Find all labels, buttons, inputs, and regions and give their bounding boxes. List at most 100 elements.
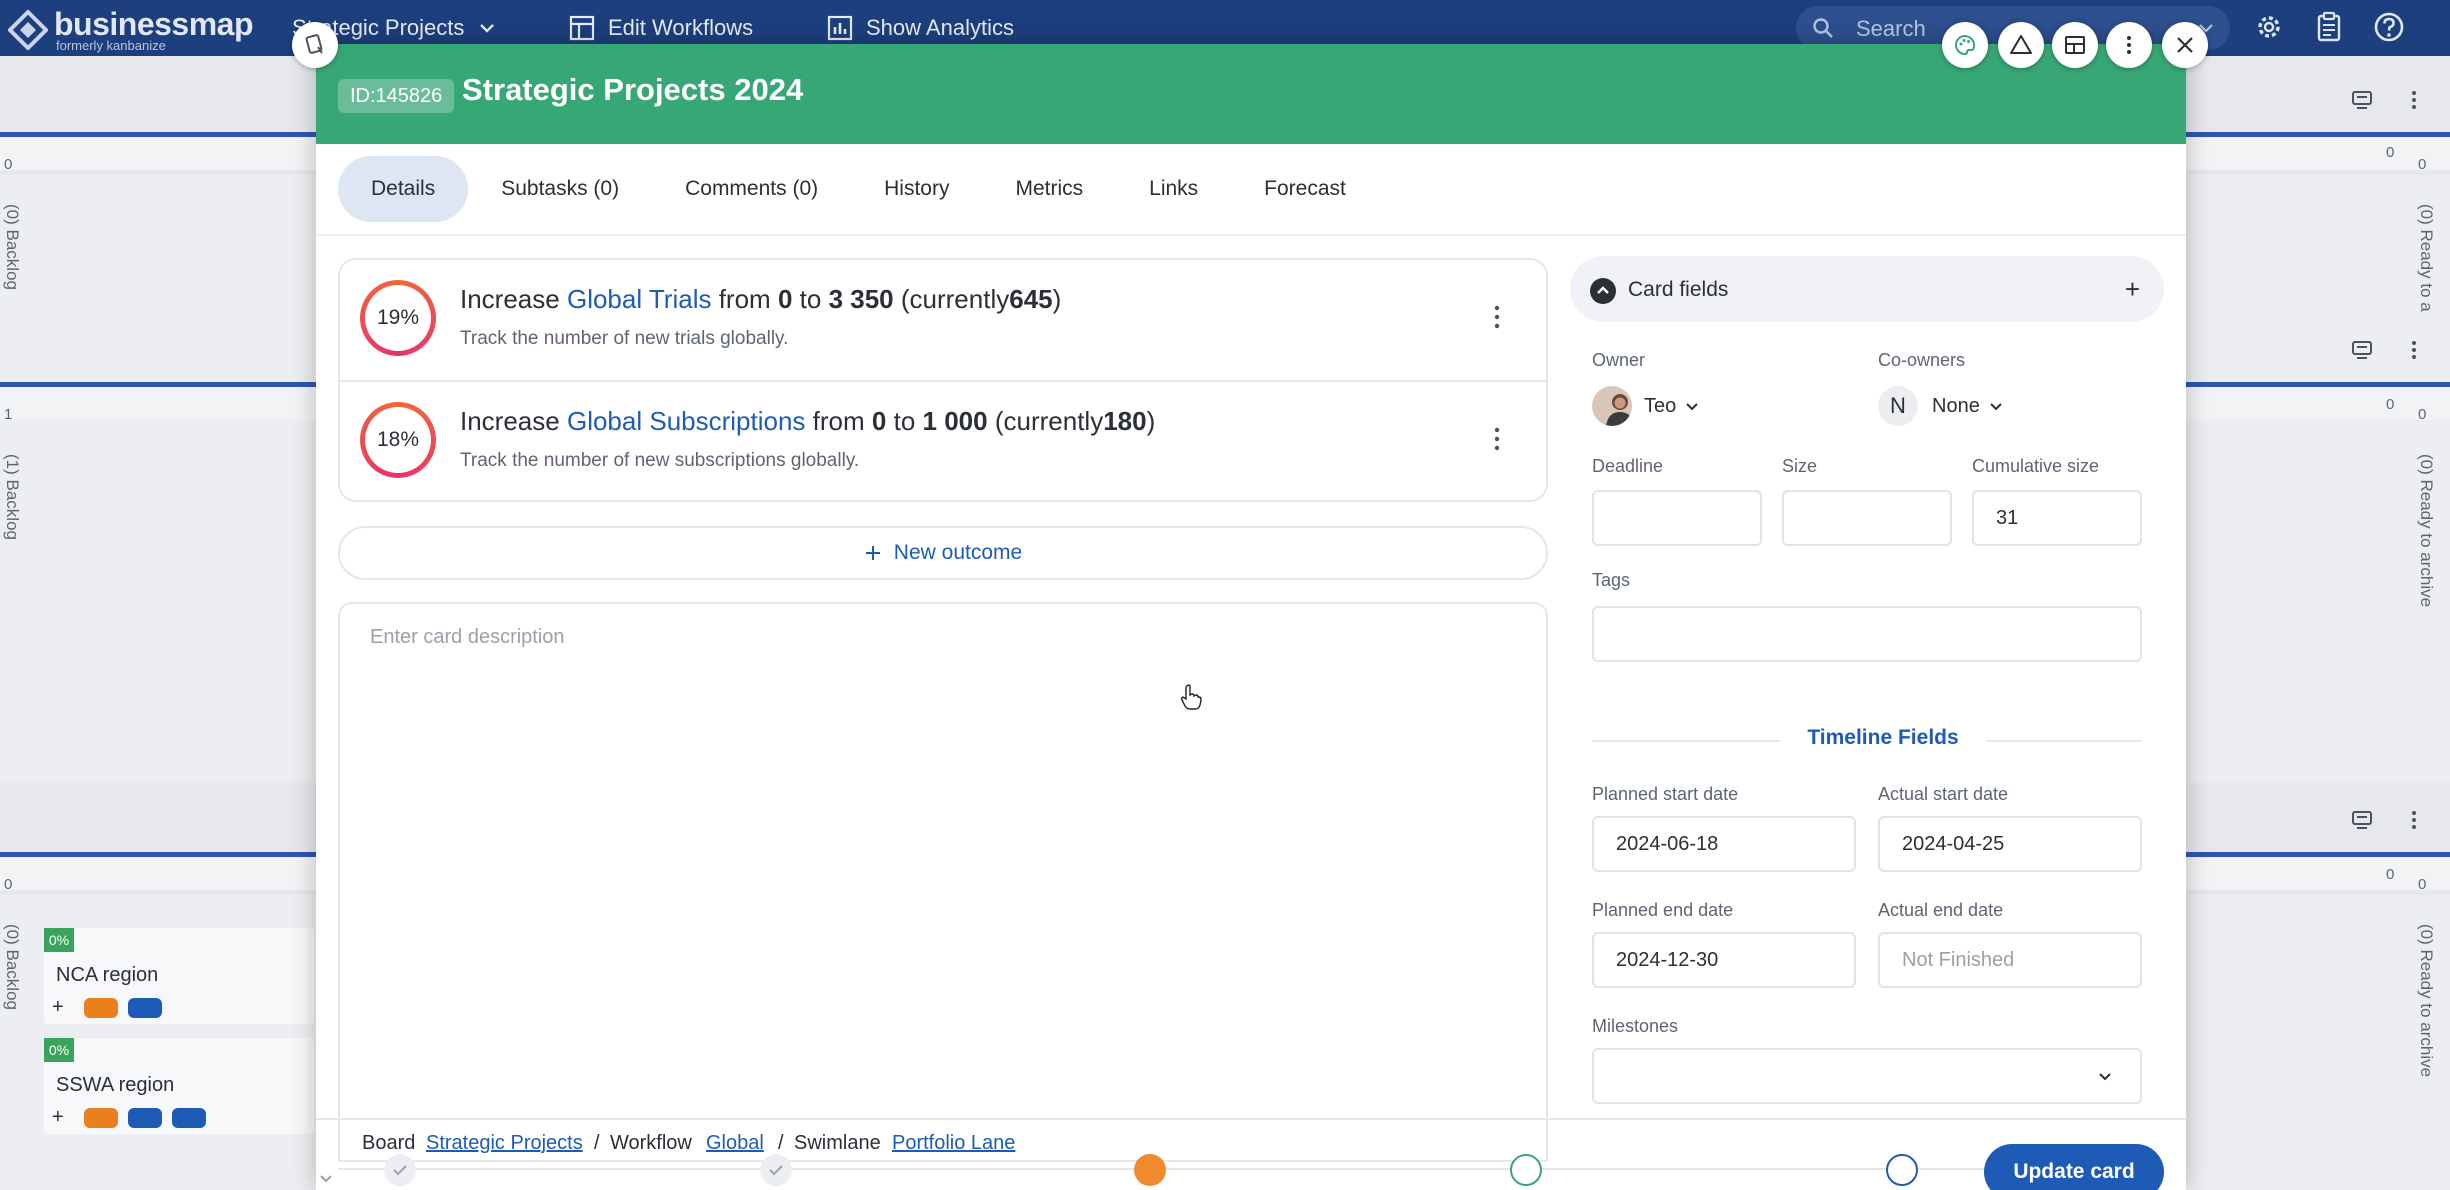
- outcome-metric-link[interactable]: Global Trials: [567, 284, 712, 314]
- collapse-chevron-icon[interactable]: [1590, 278, 1616, 304]
- workflow-step-done[interactable]: [384, 1154, 416, 1186]
- card-type-button[interactable]: [292, 22, 338, 68]
- add-subtask-button[interactable]: +: [52, 1106, 64, 1129]
- kebab-menu-icon[interactable]: [2402, 338, 2426, 362]
- nav-show-analytics-label: Show Analytics: [866, 15, 1014, 40]
- outcome-from-value: 0: [871, 406, 887, 436]
- coowners-selector[interactable]: N None: [1878, 386, 2004, 426]
- card-title[interactable]: Strategic Projects 2024: [462, 72, 803, 108]
- card-tabs: Details Subtasks (0) Comments (0) Histor…: [338, 156, 1379, 224]
- cumulative-size-label: Cumulative size: [1972, 456, 2100, 476]
- gear-icon[interactable]: [2252, 10, 2286, 44]
- tab-comments[interactable]: Comments (0): [652, 156, 851, 222]
- lane-count: 0: [2386, 866, 2395, 883]
- breadcrumb-board-link[interactable]: Strategic Projects: [426, 1132, 583, 1155]
- check-icon: [393, 1165, 407, 1176]
- card-description-editor[interactable]: Enter card description: [338, 602, 1548, 1162]
- nav-show-analytics[interactable]: Show Analytics: [826, 10, 1014, 46]
- card-id-badge[interactable]: ID:145826: [338, 79, 455, 113]
- size-input[interactable]: [1782, 490, 1952, 546]
- new-outcome-label: New outcome: [893, 541, 1023, 564]
- close-modal-button[interactable]: [2162, 22, 2208, 68]
- add-field-button[interactable]: +: [2125, 274, 2140, 305]
- outcome-prefix: Increase: [460, 406, 560, 436]
- milestones-label: Milestones: [1592, 1016, 1679, 1036]
- planned-end-input[interactable]: 2024-12-30: [1592, 932, 1856, 988]
- tab-metrics[interactable]: Metrics: [982, 156, 1116, 222]
- board-card[interactable]: 0% NCA region +: [44, 928, 314, 1024]
- planned-start-label: Planned start date: [1592, 784, 1739, 804]
- chevron-down-icon[interactable]: [316, 1168, 336, 1188]
- logo-mark-icon: [8, 10, 48, 50]
- tab-subtasks[interactable]: Subtasks (0): [468, 156, 652, 222]
- outcome-progress-ring: 18%: [360, 402, 436, 478]
- help-icon[interactable]: [2372, 10, 2406, 44]
- tab-history[interactable]: History: [851, 156, 982, 222]
- tab-details[interactable]: Details: [338, 156, 469, 222]
- lane-column-label: (0) Ready to a: [2417, 204, 2436, 312]
- tab-links[interactable]: Links: [1116, 156, 1231, 222]
- owner-selector[interactable]: Teo: [1592, 386, 1700, 426]
- card-progress-badge: 0%: [44, 1038, 74, 1062]
- tab-forecast[interactable]: Forecast: [1231, 156, 1379, 222]
- planned-start-input[interactable]: 2024-06-18: [1592, 816, 1856, 872]
- update-card-button[interactable]: Update card: [1984, 1144, 2164, 1190]
- outcome-current-value: 180: [1103, 406, 1147, 436]
- workflow-step-next[interactable]: [1510, 1154, 1542, 1186]
- card-fields-header[interactable]: Card fields +: [1570, 256, 2164, 322]
- breadcrumb-swimlane-link[interactable]: Portfolio Lane: [892, 1132, 1015, 1155]
- outcome-menu-icon[interactable]: [1494, 426, 1500, 452]
- lane-column-label: (0) Backlog: [3, 204, 22, 290]
- outcome-title: Increase Global Trials from 0 to 3 350 (…: [460, 284, 1061, 315]
- timeline-fields-title: Timeline Fields: [1780, 726, 1986, 756]
- clipboard-icon[interactable]: [2312, 10, 2346, 44]
- outcome-menu-icon[interactable]: [1494, 304, 1500, 330]
- outcome-prefix: Increase: [460, 284, 560, 314]
- actual-start-input[interactable]: 2024-04-25: [1878, 816, 2142, 872]
- breadcrumb-workflow-label: Workflow: [610, 1132, 692, 1154]
- kebab-menu-icon[interactable]: [2402, 88, 2426, 112]
- board-card-title: NCA region: [56, 964, 159, 986]
- search-placeholder: Search: [1856, 16, 1926, 41]
- kebab-menu-icon[interactable]: [2402, 808, 2426, 832]
- block-card-button[interactable]: [1998, 22, 2044, 68]
- deadline-input[interactable]: [1592, 490, 1762, 546]
- actual-end-input[interactable]: Not Finished: [1878, 932, 2142, 988]
- tags-input[interactable]: [1592, 606, 2142, 662]
- outcome-item[interactable]: 18% Increase Global Subscriptions from 0…: [340, 380, 1546, 500]
- deadline-label: Deadline: [1592, 456, 1664, 476]
- outcome-current-close: ): [1052, 284, 1062, 314]
- lane-count: 0: [4, 156, 13, 173]
- outcome-to-word: to: [893, 406, 916, 436]
- lane-settings-icon[interactable]: [2350, 338, 2374, 362]
- chevron-down-icon: [480, 24, 495, 33]
- chevron-down-icon: [1990, 403, 2002, 411]
- lane-settings-icon[interactable]: [2350, 88, 2374, 112]
- owner-label: Owner: [1592, 350, 1646, 370]
- check-icon: [769, 1165, 783, 1176]
- new-outcome-button[interactable]: New outcome: [338, 526, 1548, 580]
- workflow-step-done[interactable]: [760, 1154, 792, 1186]
- outcome-item[interactable]: 19% Increase Global Trials from 0 to 3 3…: [340, 260, 1546, 380]
- more-actions-button[interactable]: [2106, 22, 2152, 68]
- lane-count: 0: [2418, 156, 2427, 173]
- breadcrumb-workflow-link[interactable]: Global: [706, 1132, 764, 1155]
- coowners-value: None: [1932, 394, 1980, 417]
- workflow-step-current[interactable]: [1134, 1154, 1166, 1186]
- priority-chip: [84, 998, 118, 1018]
- card-color-button[interactable]: [1942, 22, 1988, 68]
- board-card[interactable]: 0% SSWA region +: [44, 1038, 314, 1134]
- outcome-metric-link[interactable]: Global Subscriptions: [567, 406, 805, 436]
- cumulative-size-field[interactable]: 31: [1972, 490, 2142, 546]
- hand-cursor-icon: [1180, 684, 1202, 710]
- businessmap-logo[interactable]: businessmap formerly kanbanize: [8, 2, 298, 54]
- logo-subtitle: formerly kanbanize: [56, 38, 166, 53]
- workflow-progress-line: [338, 1168, 2068, 1170]
- milestones-select[interactable]: [1592, 1048, 2142, 1104]
- lane-settings-icon[interactable]: [2350, 808, 2374, 832]
- add-subtask-button[interactable]: +: [52, 996, 64, 1019]
- layout-button[interactable]: [2052, 22, 2098, 68]
- workflow-step-next[interactable]: [1886, 1154, 1918, 1186]
- nav-edit-workflows[interactable]: Edit Workflows: [568, 10, 753, 46]
- tabs-divider: [316, 234, 2186, 236]
